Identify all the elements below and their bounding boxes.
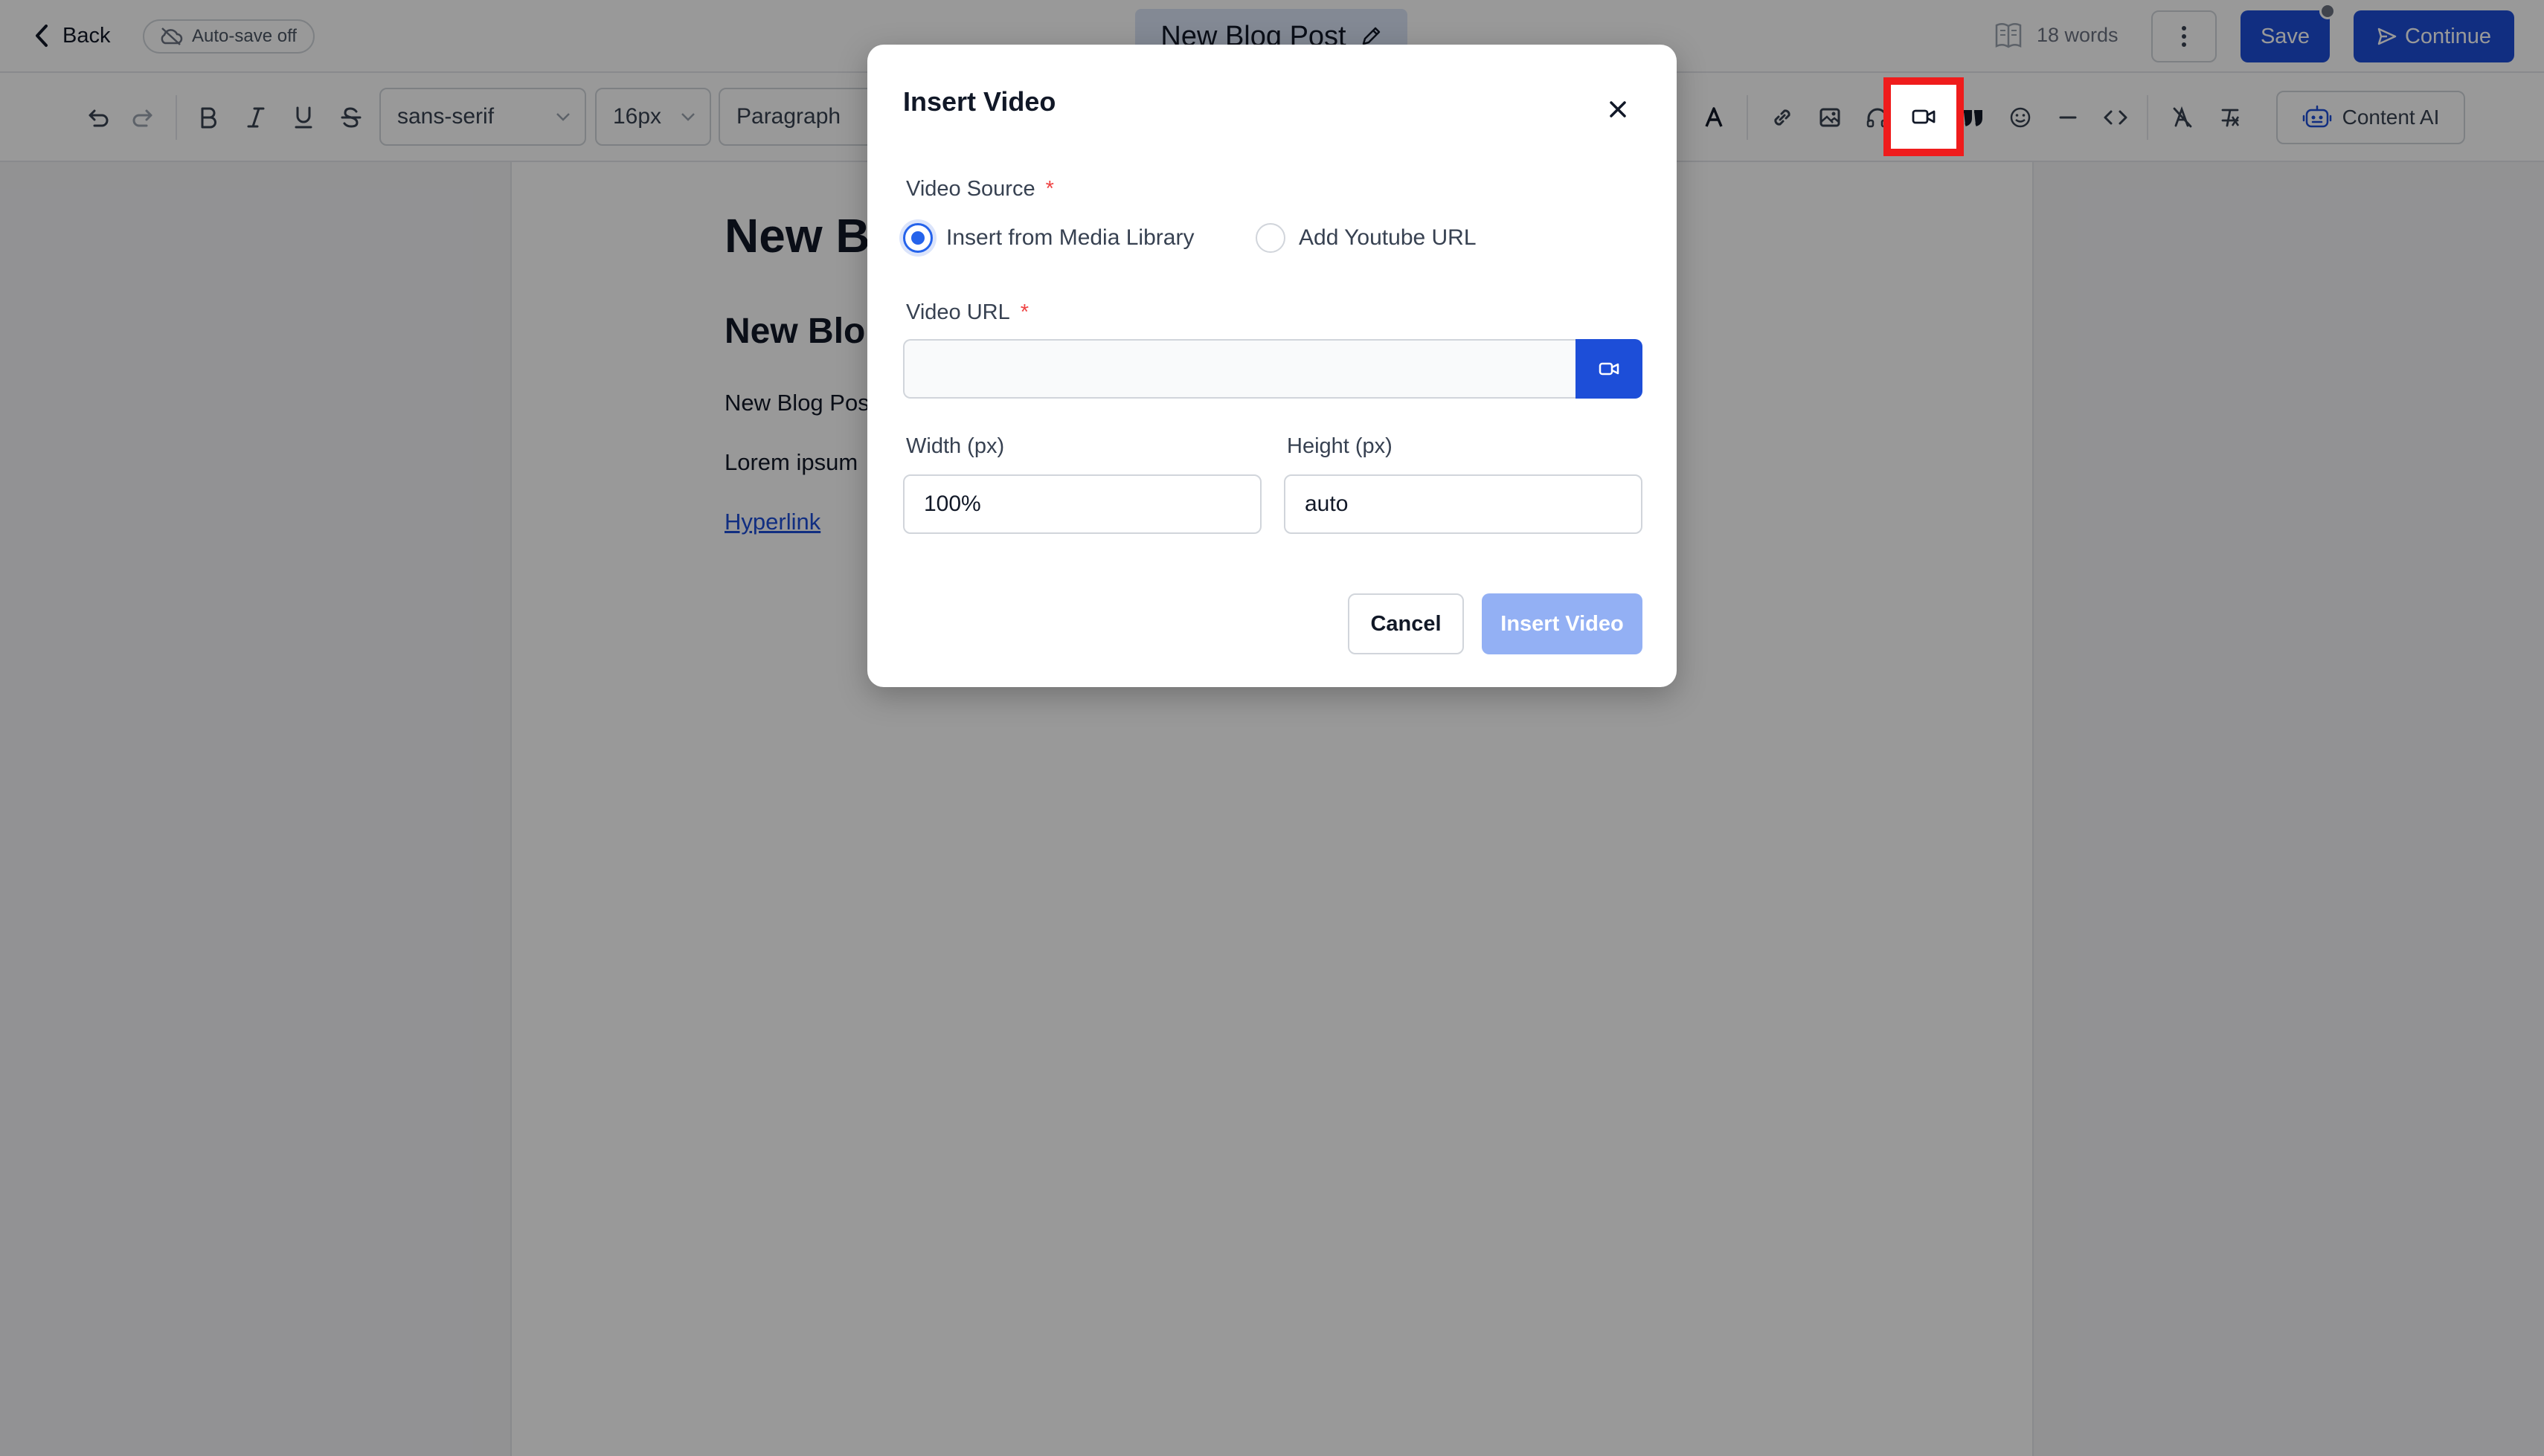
video-url-input[interactable] xyxy=(903,339,1577,399)
insert-video-button[interactable]: Insert Video xyxy=(1482,593,1642,654)
width-input[interactable] xyxy=(903,474,1262,534)
required-marker: * xyxy=(1020,300,1030,324)
height-input[interactable] xyxy=(1284,474,1642,534)
dialog-title: Insert Video xyxy=(903,86,1056,117)
width-label: Width (px) xyxy=(906,434,1005,458)
required-marker: * xyxy=(1045,177,1054,201)
radio-button-checked[interactable] xyxy=(903,223,933,253)
video-url-label-text: Video URL xyxy=(906,300,1010,324)
cancel-button[interactable]: Cancel xyxy=(1348,593,1464,654)
radio-youtube-url[interactable]: Add Youtube URL xyxy=(1256,223,1477,253)
radio-youtube-url-label: Add Youtube URL xyxy=(1299,225,1477,250)
radio-media-library[interactable]: Insert from Media Library xyxy=(903,223,1194,253)
video-url-label: Video URL * xyxy=(906,300,1029,325)
height-label: Height (px) xyxy=(1287,434,1393,458)
browse-media-button[interactable] xyxy=(1575,339,1642,399)
video-button-highlight[interactable] xyxy=(1883,77,1964,156)
radio-button-unchecked[interactable] xyxy=(1256,223,1285,253)
video-icon xyxy=(1598,361,1620,377)
insert-video-dialog: Insert Video Video Source * Insert from M… xyxy=(867,45,1677,687)
video-source-label: Video Source * xyxy=(906,177,1054,202)
close-icon[interactable] xyxy=(1599,91,1636,128)
video-icon xyxy=(1911,107,1936,126)
video-source-label-text: Video Source xyxy=(906,177,1035,201)
radio-media-library-label: Insert from Media Library xyxy=(946,225,1195,250)
